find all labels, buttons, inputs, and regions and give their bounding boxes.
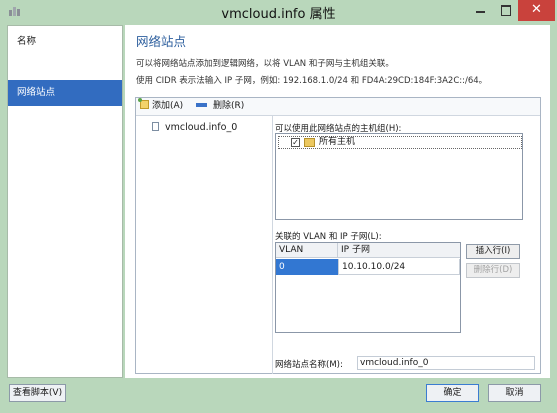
- view-script-button[interactable]: 查看脚本(V): [9, 384, 66, 402]
- properties-dialog: vmcloud.info 属性 ✕ 名称 网络站点 网络站点 可以将网络站点添加…: [0, 0, 557, 413]
- delete-button[interactable]: 删除(R): [196, 100, 244, 113]
- site-name-text: vmcloud.info_0: [165, 122, 238, 133]
- subnet-cell[interactable]: 10.10.10.0/24: [338, 259, 460, 275]
- folder-icon: [304, 138, 315, 147]
- column-header-subnet[interactable]: IP 子网: [338, 243, 460, 258]
- vlan-label: 关联的 VLAN 和 IP 子网(L):: [275, 232, 382, 242]
- left-nav: 名称 网络站点: [7, 25, 123, 378]
- insert-row-button[interactable]: 插入行(I): [466, 244, 520, 259]
- nav-item-name[interactable]: 名称: [8, 29, 122, 55]
- vlan-cell[interactable]: 0: [276, 259, 338, 275]
- network-site-group: 添加(A) 删除(R) vmcloud.info_0 可以使用此网络站点的主机组…: [135, 97, 541, 374]
- delete-icon: [196, 103, 207, 107]
- site-list: vmcloud.info_0: [136, 116, 273, 374]
- page-title: 网络站点: [136, 34, 187, 49]
- column-header-vlan[interactable]: VLAN: [276, 243, 338, 258]
- description-text: 可以将网络站点添加到逻辑网络，以将 VLAN 和子网与主机组关联。: [136, 59, 394, 69]
- maximize-button[interactable]: [493, 0, 518, 21]
- add-label: 添加(A): [152, 101, 184, 111]
- document-icon: [152, 122, 159, 131]
- vlan-subnet-table: VLAN IP 子网 0 10.10.10.0/24: [275, 242, 461, 333]
- close-button[interactable]: ✕: [518, 0, 555, 21]
- list-item[interactable]: vmcloud.info_0: [152, 121, 237, 135]
- ok-button[interactable]: 确定: [426, 384, 479, 402]
- toolbar: 添加(A) 删除(R): [136, 98, 540, 116]
- hostgroup-name: 所有主机: [319, 137, 356, 147]
- hostgroup-checkbox[interactable]: ✓: [291, 138, 300, 147]
- site-name-input[interactable]: vmcloud.info_0: [357, 356, 535, 370]
- nav-item-network-site[interactable]: 网络站点: [8, 80, 122, 106]
- content-panel: 网络站点 可以将网络站点添加到逻辑网络，以将 VLAN 和子网与主机组关联。 使…: [125, 25, 550, 378]
- delete-label: 删除(R): [213, 101, 245, 111]
- title-bar[interactable]: vmcloud.info 属性 ✕: [0, 0, 557, 24]
- cidr-hint-text: 使用 CIDR 表示法输入 IP 子网，例如: 192.168.1.0/24 和…: [136, 76, 488, 86]
- minimize-button[interactable]: [468, 0, 493, 21]
- hostgroup-tree: ✓ 所有主机: [275, 133, 523, 220]
- hostgroup-row[interactable]: ✓ 所有主机: [278, 136, 522, 149]
- site-name-label: 网络站点名称(M):: [275, 360, 343, 370]
- add-button[interactable]: 添加(A): [138, 98, 184, 113]
- cancel-button[interactable]: 取消: [488, 384, 541, 402]
- add-icon: [138, 98, 149, 109]
- delete-row-button[interactable]: 删除行(D): [466, 263, 520, 278]
